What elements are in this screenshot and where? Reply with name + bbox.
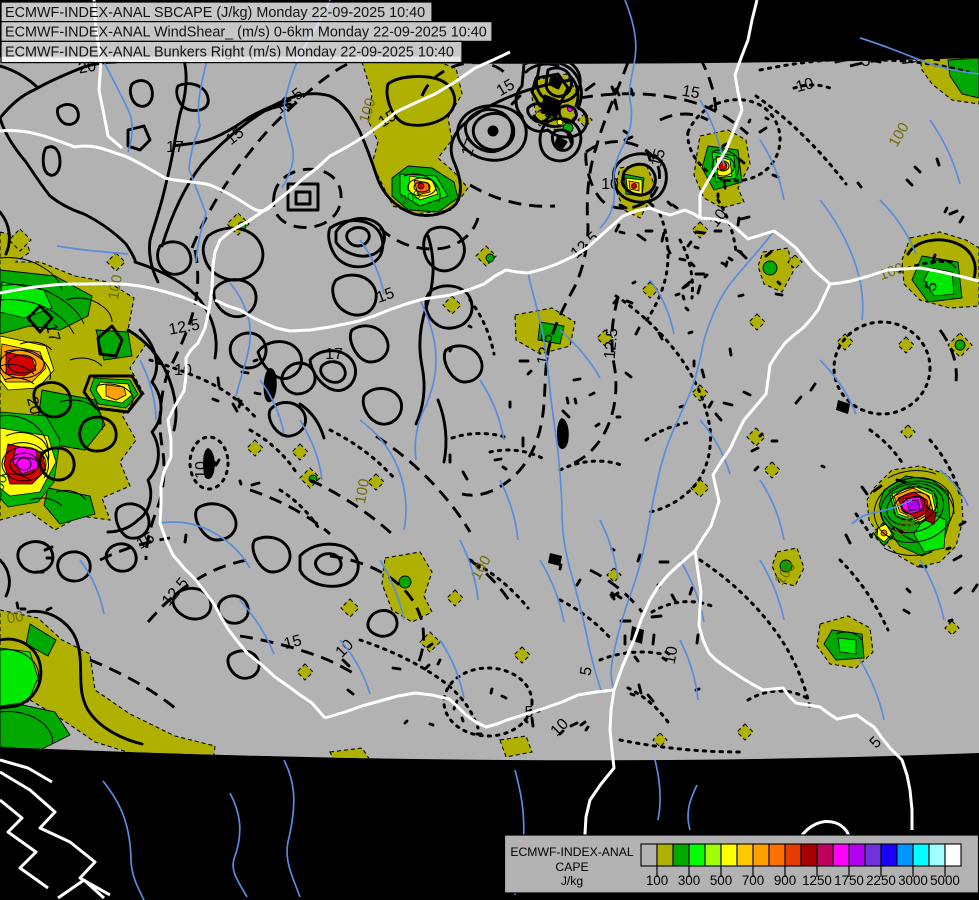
svg-text:17: 17 [166,139,184,156]
svg-text:00: 00 [6,608,25,628]
svg-text:10: 10 [662,645,682,666]
svg-text:10: 10 [174,362,192,379]
svg-text:12.5: 12.5 [602,327,622,360]
svg-text:15: 15 [681,83,702,103]
svg-text:5: 5 [862,53,871,70]
svg-text:CAPE: CAPE [555,860,588,874]
svg-text:10: 10 [193,461,210,479]
svg-text:ECMWF-INDEX-ANAL SBCAPE (J/kg): ECMWF-INDEX-ANAL SBCAPE (J/kg) Monday 22… [5,5,425,21]
svg-text:ECMWF-INDEX-ANAL WindShear_ (m: ECMWF-INDEX-ANAL WindShear_ (m/s) 0-6km … [5,25,487,41]
svg-text:17: 17 [325,346,343,363]
svg-text:ECMWF-INDEX-ANAL: ECMWF-INDEX-ANAL [510,845,633,859]
svg-text:J/kg: J/kg [561,874,583,888]
svg-text:10: 10 [601,176,619,193]
